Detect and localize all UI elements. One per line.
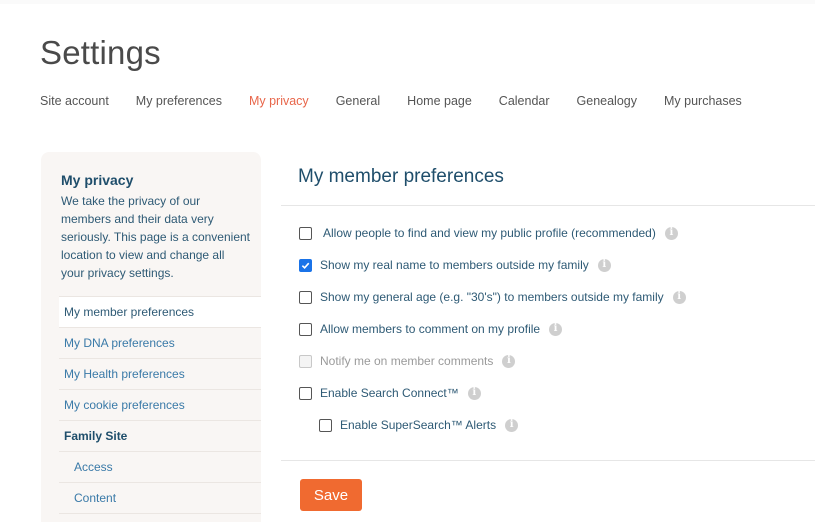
sidebar-item-member-preferences[interactable]: My member preferences xyxy=(59,296,261,327)
section-title: My member preferences xyxy=(298,166,504,187)
sidebar-description: We take the privacy of our members and t… xyxy=(61,194,250,280)
sidebar-section-family-site: Family Site xyxy=(59,420,261,451)
info-icon[interactable]: i xyxy=(549,322,563,336)
tab-genealogy[interactable]: Genealogy xyxy=(577,94,637,108)
checkbox-supersearch-alerts[interactable] xyxy=(319,418,332,432)
top-strip xyxy=(0,0,815,4)
tab-home-page[interactable]: Home page xyxy=(407,94,472,108)
sidebar-item-health-preferences[interactable]: My Health preferences xyxy=(59,358,261,389)
option-notify-comments: Notify me on member comments i xyxy=(299,354,516,368)
sidebar-item-cookie-preferences[interactable]: My cookie preferences xyxy=(59,389,261,420)
sidebar-nav: My member preferences My DNA preferences… xyxy=(59,296,261,514)
option-real-name: Show my real name to members outside my … xyxy=(299,258,611,272)
option-allow-comments: Allow members to comment on my profile i xyxy=(299,322,563,336)
tab-my-preferences[interactable]: My preferences xyxy=(136,94,222,108)
privacy-sidebar: My privacy We take the privacy of our me… xyxy=(41,152,261,522)
checkbox-general-age[interactable] xyxy=(299,290,312,304)
option-supersearch-alerts: Enable SuperSearch™ Alerts i xyxy=(319,418,519,432)
option-label: Notify me on member comments xyxy=(320,354,494,368)
option-label[interactable]: Enable Search Connect™ xyxy=(320,386,459,400)
option-search-connect: Enable Search Connect™ i xyxy=(299,386,481,400)
option-label[interactable]: Enable SuperSearch™ Alerts xyxy=(340,418,496,432)
checkbox-real-name[interactable] xyxy=(299,258,312,272)
checkbox-notify-comments xyxy=(299,354,312,368)
checkbox-public-profile[interactable] xyxy=(299,226,312,240)
sidebar-item-dna-preferences[interactable]: My DNA preferences xyxy=(59,327,261,358)
checkbox-allow-comments[interactable] xyxy=(299,322,312,336)
tab-calendar[interactable]: Calendar xyxy=(499,94,550,108)
info-icon[interactable]: i xyxy=(467,386,481,400)
option-label[interactable]: Show my general age (e.g. "30's") to mem… xyxy=(320,290,664,304)
tab-general[interactable]: General xyxy=(336,94,380,108)
option-label[interactable]: Allow members to comment on my profile xyxy=(320,322,540,336)
info-icon[interactable]: i xyxy=(664,226,678,240)
option-label[interactable]: Show my real name to members outside my … xyxy=(320,258,589,272)
divider xyxy=(281,205,815,206)
divider xyxy=(281,460,815,461)
option-general-age: Show my general age (e.g. "30's") to mem… xyxy=(299,290,686,304)
sidebar-item-content[interactable]: Content xyxy=(59,482,261,513)
option-public-profile: Allow people to find and view my public … xyxy=(299,226,678,240)
tab-site-account[interactable]: Site account xyxy=(40,94,109,108)
save-button[interactable]: Save xyxy=(300,479,362,511)
sidebar-divider xyxy=(59,513,261,514)
sidebar-title: My privacy xyxy=(61,172,134,188)
info-icon[interactable]: i xyxy=(502,354,516,368)
checkbox-search-connect[interactable] xyxy=(299,386,312,400)
settings-tabs: Site account My preferences My privacy G… xyxy=(40,94,769,108)
info-icon[interactable]: i xyxy=(672,290,686,304)
info-icon[interactable]: i xyxy=(597,258,611,272)
sidebar-item-access[interactable]: Access xyxy=(59,451,261,482)
tab-my-privacy[interactable]: My privacy xyxy=(249,94,309,108)
info-icon[interactable]: i xyxy=(505,418,519,432)
tab-my-purchases[interactable]: My purchases xyxy=(664,94,742,108)
page-title: Settings xyxy=(40,34,161,71)
option-label[interactable]: Allow people to find and view my public … xyxy=(323,226,656,240)
